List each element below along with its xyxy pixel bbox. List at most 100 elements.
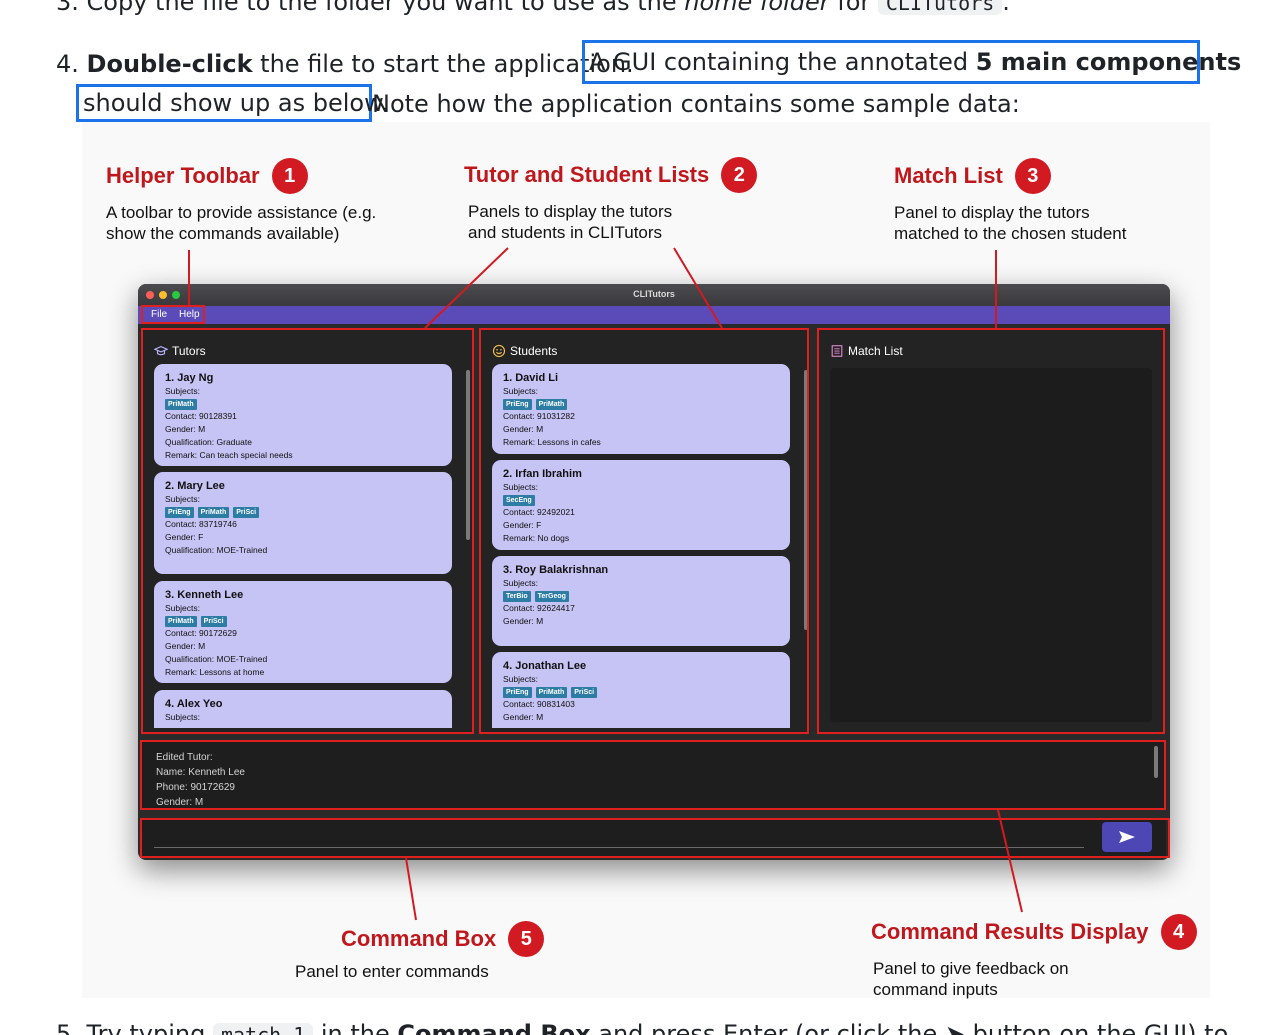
command-result-display: Edited Tutor: Name: Kenneth Lee Phone: 9… xyxy=(142,742,1166,810)
result-scrollbar[interactable] xyxy=(1154,746,1158,778)
tutors-panel: Tutors 1. Jay Ng Subjects: PriMath Contact:… xyxy=(142,330,472,734)
tutors-header: Tutors xyxy=(154,344,206,358)
card-subjects-label: Subjects: xyxy=(503,578,538,588)
match-list-body xyxy=(830,368,1152,722)
menu-bar: File Help xyxy=(138,306,1170,324)
step5-prefix: 5. Try typing xyxy=(56,1020,213,1035)
callout-lists: Tutor and Student Lists 2 Panels to displ… xyxy=(464,157,758,243)
card-detail: Gender: M xyxy=(503,712,544,722)
person-card[interactable]: 2. Irfan Ibrahim Subjects: SecEng Contact: … xyxy=(492,460,790,550)
smiley-face-icon xyxy=(492,344,506,358)
person-card[interactable]: 4. Jonathan Lee Subjects: PriEng PriMath Pri… xyxy=(492,652,790,728)
step3-italic: home folder xyxy=(684,0,830,16)
result-text: Edited Tutor: Name: Kenneth Lee Phone: 9… xyxy=(156,752,245,808)
step5-code: match 1 xyxy=(212,1023,314,1035)
number-badge: 2 xyxy=(721,157,758,193)
step3-mid: for xyxy=(829,0,878,16)
callout-description: Panels to display the tutors and student… xyxy=(468,202,673,242)
tutor-scrollbar[interactable] xyxy=(466,370,470,540)
person-card[interactable]: 3. Kenneth Lee Subjects: PriMath PriSci Cont… xyxy=(154,581,452,683)
callout-description: Panel to give feedback on command inputs xyxy=(873,959,1069,999)
step4-text: the file to start the application. xyxy=(252,50,634,78)
card-detail: Gender: M xyxy=(503,424,544,434)
person-card[interactable]: 2. Mary Lee Subjects: PriEng PriMath PriSci C… xyxy=(154,472,452,574)
students-panel: Students 1. David Li Subjects: PriEng PriMa… xyxy=(480,330,810,734)
step4-num: 4. xyxy=(56,50,87,78)
step5-line: 5. Try typing match 1 in the Command Box… xyxy=(56,1018,1228,1035)
card-detail: Contact: 90128391 xyxy=(165,411,237,421)
subject-tags: PriMath PriSci xyxy=(165,615,441,627)
student-scrollbar[interactable] xyxy=(804,370,808,630)
subject-tag: SecEng xyxy=(503,494,535,506)
number-badge: 4 xyxy=(1160,914,1197,950)
card-detail: Remark: No dogs xyxy=(503,533,570,543)
subject-tag: PriEng xyxy=(165,506,194,518)
step4-box2-text: should show up as below. xyxy=(83,89,390,117)
card-subjects-label: Subjects: xyxy=(165,712,200,722)
subject-tag: PriMath xyxy=(535,398,568,410)
card-name: 3. Kenneth Lee xyxy=(165,589,244,601)
menu-help[interactable]: Help xyxy=(179,309,200,320)
tutor-list: 1. Jay Ng Subjects: PriMath Contact: 901283… xyxy=(154,364,460,728)
subject-tag: PriSci xyxy=(200,615,227,627)
send-button[interactable] xyxy=(1102,822,1152,852)
callout-description: A toolbar to provide assistance (e.g. sh… xyxy=(106,203,377,243)
card-subjects-label: Subjects: xyxy=(165,494,200,504)
subject-tag: TerGeog xyxy=(534,590,569,602)
callout-title: Helper Toolbar xyxy=(106,163,260,188)
command-box xyxy=(142,818,1166,856)
subject-tag: PriSci xyxy=(571,686,598,698)
step4-tail-text: Note how the application contains some s… xyxy=(372,90,1020,118)
step3-prefix: 3. Copy the file to the folder you want … xyxy=(56,0,685,16)
card-detail: Remark: Can teach special needs xyxy=(165,450,293,460)
step3-code: CLITutors xyxy=(877,0,1003,15)
menu-file[interactable]: File xyxy=(151,309,167,320)
command-input[interactable] xyxy=(154,824,1084,848)
person-card[interactable]: 1. Jay Ng Subjects: PriMath Contact: 901283… xyxy=(154,364,452,466)
send-arrow-icon xyxy=(1119,831,1135,843)
callout-helper-toolbar: Helper Toolbar 1 A toolbar to provide ass… xyxy=(106,158,376,244)
step4-box1-text: A GUI containing the annotated xyxy=(589,48,976,76)
card-name: 4. Alex Yeo xyxy=(165,698,223,710)
subject-tag: PriEng xyxy=(503,398,532,410)
step4-line1: 4. Double-click the file to start the ap… xyxy=(56,48,634,80)
card-detail: Qualification: Graduate xyxy=(165,437,252,447)
window-title: CLITutors xyxy=(633,289,675,299)
subject-tags: SecEng xyxy=(503,494,779,506)
match-list-header: Match List xyxy=(830,344,903,358)
subject-tag: PriMath xyxy=(197,506,230,518)
person-card[interactable]: 3. Roy Balakrishnan Subjects: TerBio TerGeo… xyxy=(492,556,790,646)
list-icon xyxy=(831,345,843,357)
app-window: CLITutors File Help Tutors 1. Jay Ng Subj… xyxy=(138,284,1170,860)
step3-suffix: . xyxy=(1002,0,1010,16)
card-detail: Gender: M xyxy=(165,641,206,651)
number-badge: 5 xyxy=(508,921,545,957)
step4-box1-bold: 5 main components xyxy=(975,48,1242,76)
subject-tag: TerBio xyxy=(503,590,531,602)
step4-bold: Double-click xyxy=(86,50,253,78)
subject-tag: PriSci xyxy=(233,506,260,518)
person-card[interactable]: 4. Alex Yeo Subjects: xyxy=(154,690,452,728)
card-subjects-label: Subjects: xyxy=(165,603,200,613)
callout-description: Panel to display the tutors matched to t… xyxy=(894,203,1127,243)
subject-tags: TerBio TerGeog xyxy=(503,590,779,602)
card-detail: Contact: 92492021 xyxy=(503,507,575,517)
subject-tags: PriEng PriMath PriSci xyxy=(165,506,441,518)
graduation-cap-icon xyxy=(154,346,168,356)
card-detail: Contact: 90172629 xyxy=(165,628,237,638)
subject-tags: PriMath xyxy=(165,398,441,410)
card-subjects-label: Subjects: xyxy=(165,386,200,396)
card-detail: Contact: 83719746 xyxy=(165,519,237,529)
match-list-panel: Match List xyxy=(818,330,1164,734)
card-detail: Remark: Lessons at home xyxy=(165,667,265,677)
callout-description: Panel to enter commands xyxy=(295,962,489,981)
person-card[interactable]: 1. David Li Subjects: PriEng PriMath Contact… xyxy=(492,364,790,454)
callout-results-display: Command Results Display 4 Panel to give f… xyxy=(871,914,1197,1000)
students-header-label: Students xyxy=(510,344,558,358)
callout-match-list: Match List 3 Panel to display the tutors … xyxy=(894,158,1127,244)
subject-tag: PriMath xyxy=(535,686,568,698)
subject-tag: PriEng xyxy=(503,686,532,698)
card-name: 2. Irfan Ibrahim xyxy=(503,468,582,480)
students-header: Students xyxy=(492,344,557,358)
card-name: 3. Roy Balakrishnan xyxy=(503,564,609,576)
